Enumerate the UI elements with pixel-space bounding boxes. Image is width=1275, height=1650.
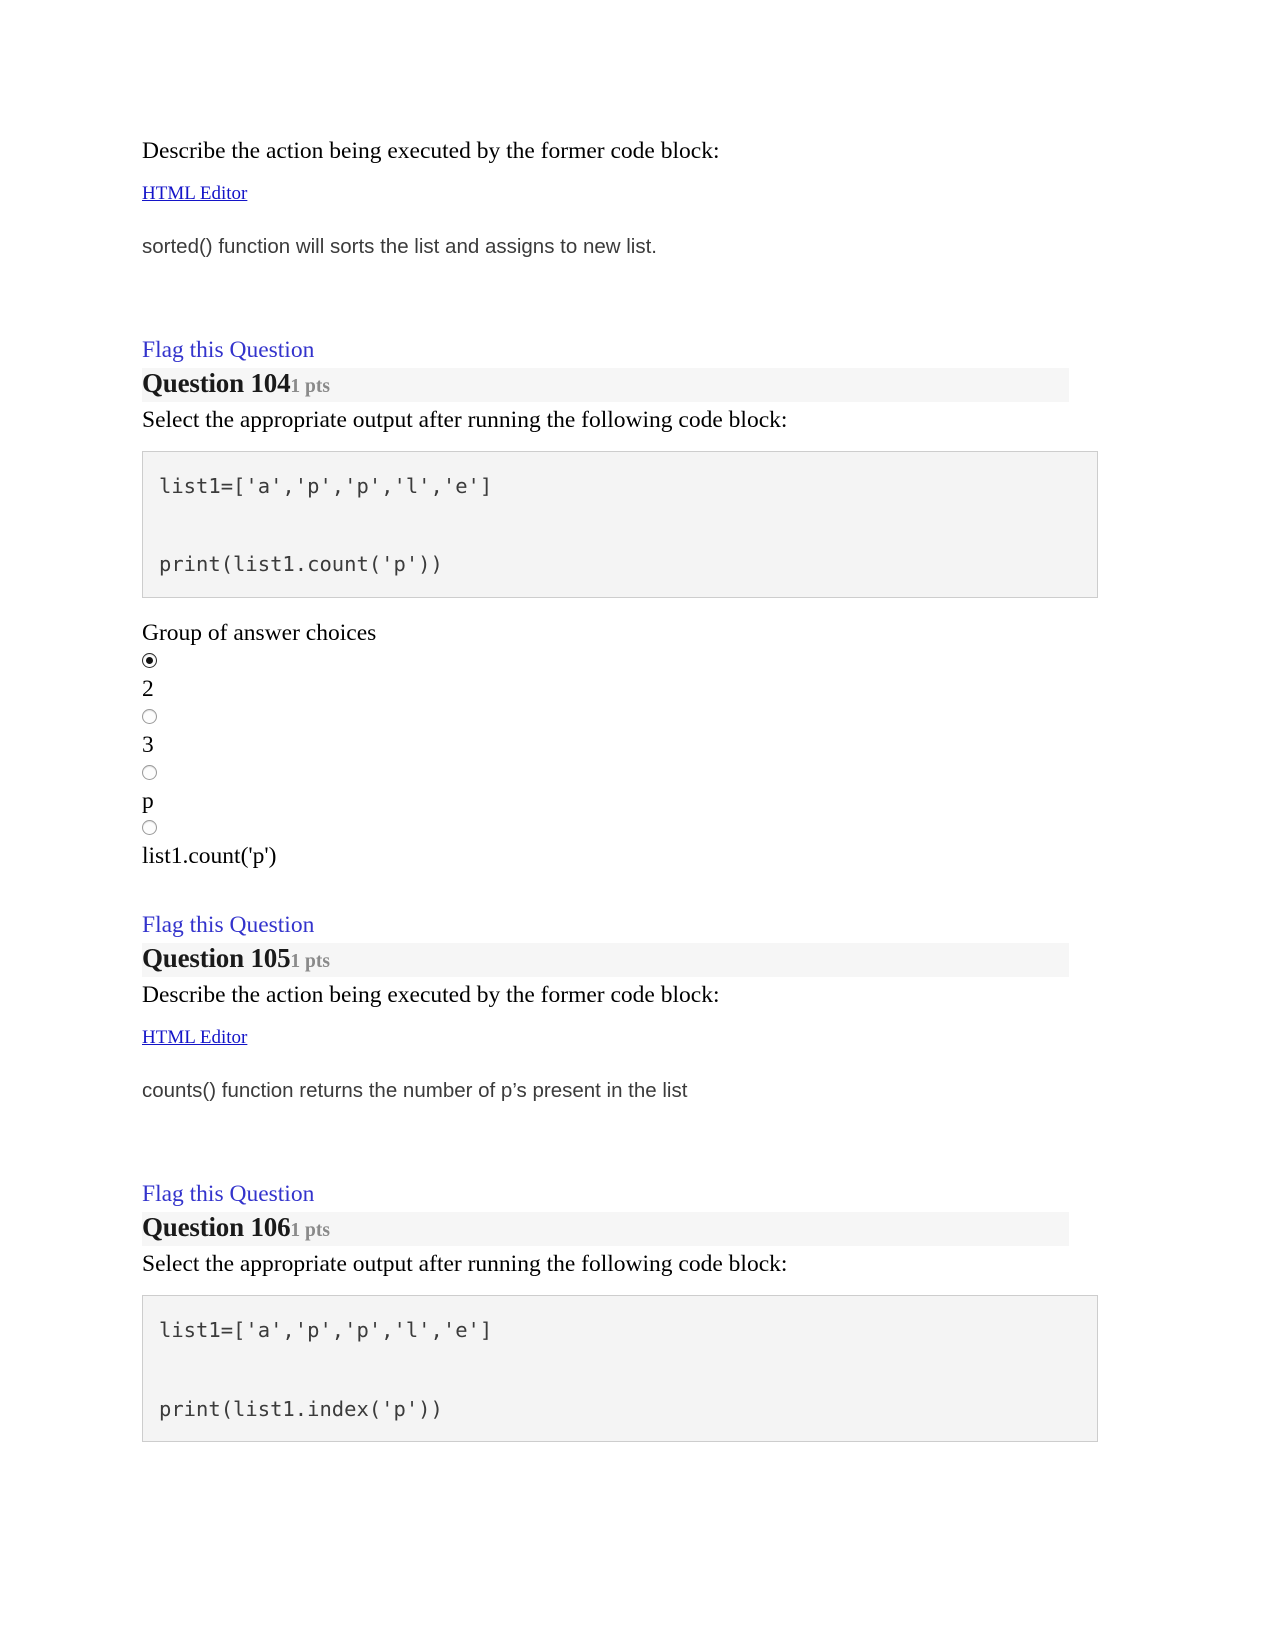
question-points-106: 1 pts: [290, 1219, 330, 1241]
quiz-page: Describe the action being executed by th…: [0, 0, 1275, 1650]
answer-choice-label: list1.count('p'): [142, 843, 277, 870]
question-points-105: 1 pts: [290, 951, 330, 973]
code-line: print(list1.count('p')): [159, 552, 443, 577]
answer-choice-label: p: [142, 787, 154, 814]
answer-choice-label: 3: [142, 731, 154, 758]
code-line: print(list1.index('p')): [159, 1396, 443, 1421]
answer-choice-label: 2: [142, 675, 154, 702]
code-line: list1=['a','p','p','l','e']: [159, 473, 493, 498]
question-points-104: 1 pts: [290, 375, 330, 397]
radio-button-icon[interactable]: [142, 652, 157, 668]
radio-button-icon[interactable]: [142, 764, 157, 780]
question-header-106: Question 106 1 pts: [142, 1211, 1069, 1246]
answer-text-105: counts() function returns the number of …: [142, 1079, 688, 1103]
question-title-105: Question 105: [142, 943, 291, 974]
answer-choices-label-104: Group of answer choices: [142, 619, 377, 646]
question-header-105: Question 105 1 pts: [142, 943, 1069, 978]
code-block-104: list1=['a','p','p','l','e'] print(list1.…: [142, 450, 1098, 598]
html-editor-link-intro[interactable]: HTML Editor: [142, 183, 247, 205]
intro-prompt: Describe the action being executed by th…: [142, 138, 720, 164]
radio-button-icon[interactable]: [142, 820, 157, 836]
intro-answer-text: sorted() function will sorts the list an…: [142, 235, 657, 259]
question-prompt-105: Describe the action being executed by th…: [142, 982, 720, 1009]
answer-choice-3[interactable]: p: [142, 764, 1125, 815]
quiz-content: Describe the action being executed by th…: [142, 136, 1125, 1443]
answer-choice-1[interactable]: 2: [142, 652, 1125, 703]
code-line: list1=['a','p','p','l','e']: [159, 1317, 493, 1342]
html-editor-link-105[interactable]: HTML Editor: [142, 1027, 247, 1049]
question-title-106: Question 106: [142, 1211, 291, 1242]
answer-choice-2[interactable]: 3: [142, 708, 1125, 759]
flag-this-question-106[interactable]: Flag this Question: [142, 1181, 314, 1208]
question-header-104: Question 104 1 pts: [142, 367, 1069, 402]
question-prompt-106: Select the appropriate output after runn…: [142, 1250, 788, 1277]
flag-this-question-104[interactable]: Flag this Question: [142, 337, 314, 364]
radio-button-icon[interactable]: [142, 708, 157, 724]
question-prompt-104: Select the appropriate output after runn…: [142, 406, 788, 433]
flag-this-question-105[interactable]: Flag this Question: [142, 912, 314, 939]
code-block-106: list1=['a','p','p','l','e'] print(list1.…: [142, 1294, 1098, 1443]
answer-choice-4[interactable]: list1.count('p'): [142, 820, 1125, 870]
question-title-104: Question 104: [142, 367, 291, 398]
